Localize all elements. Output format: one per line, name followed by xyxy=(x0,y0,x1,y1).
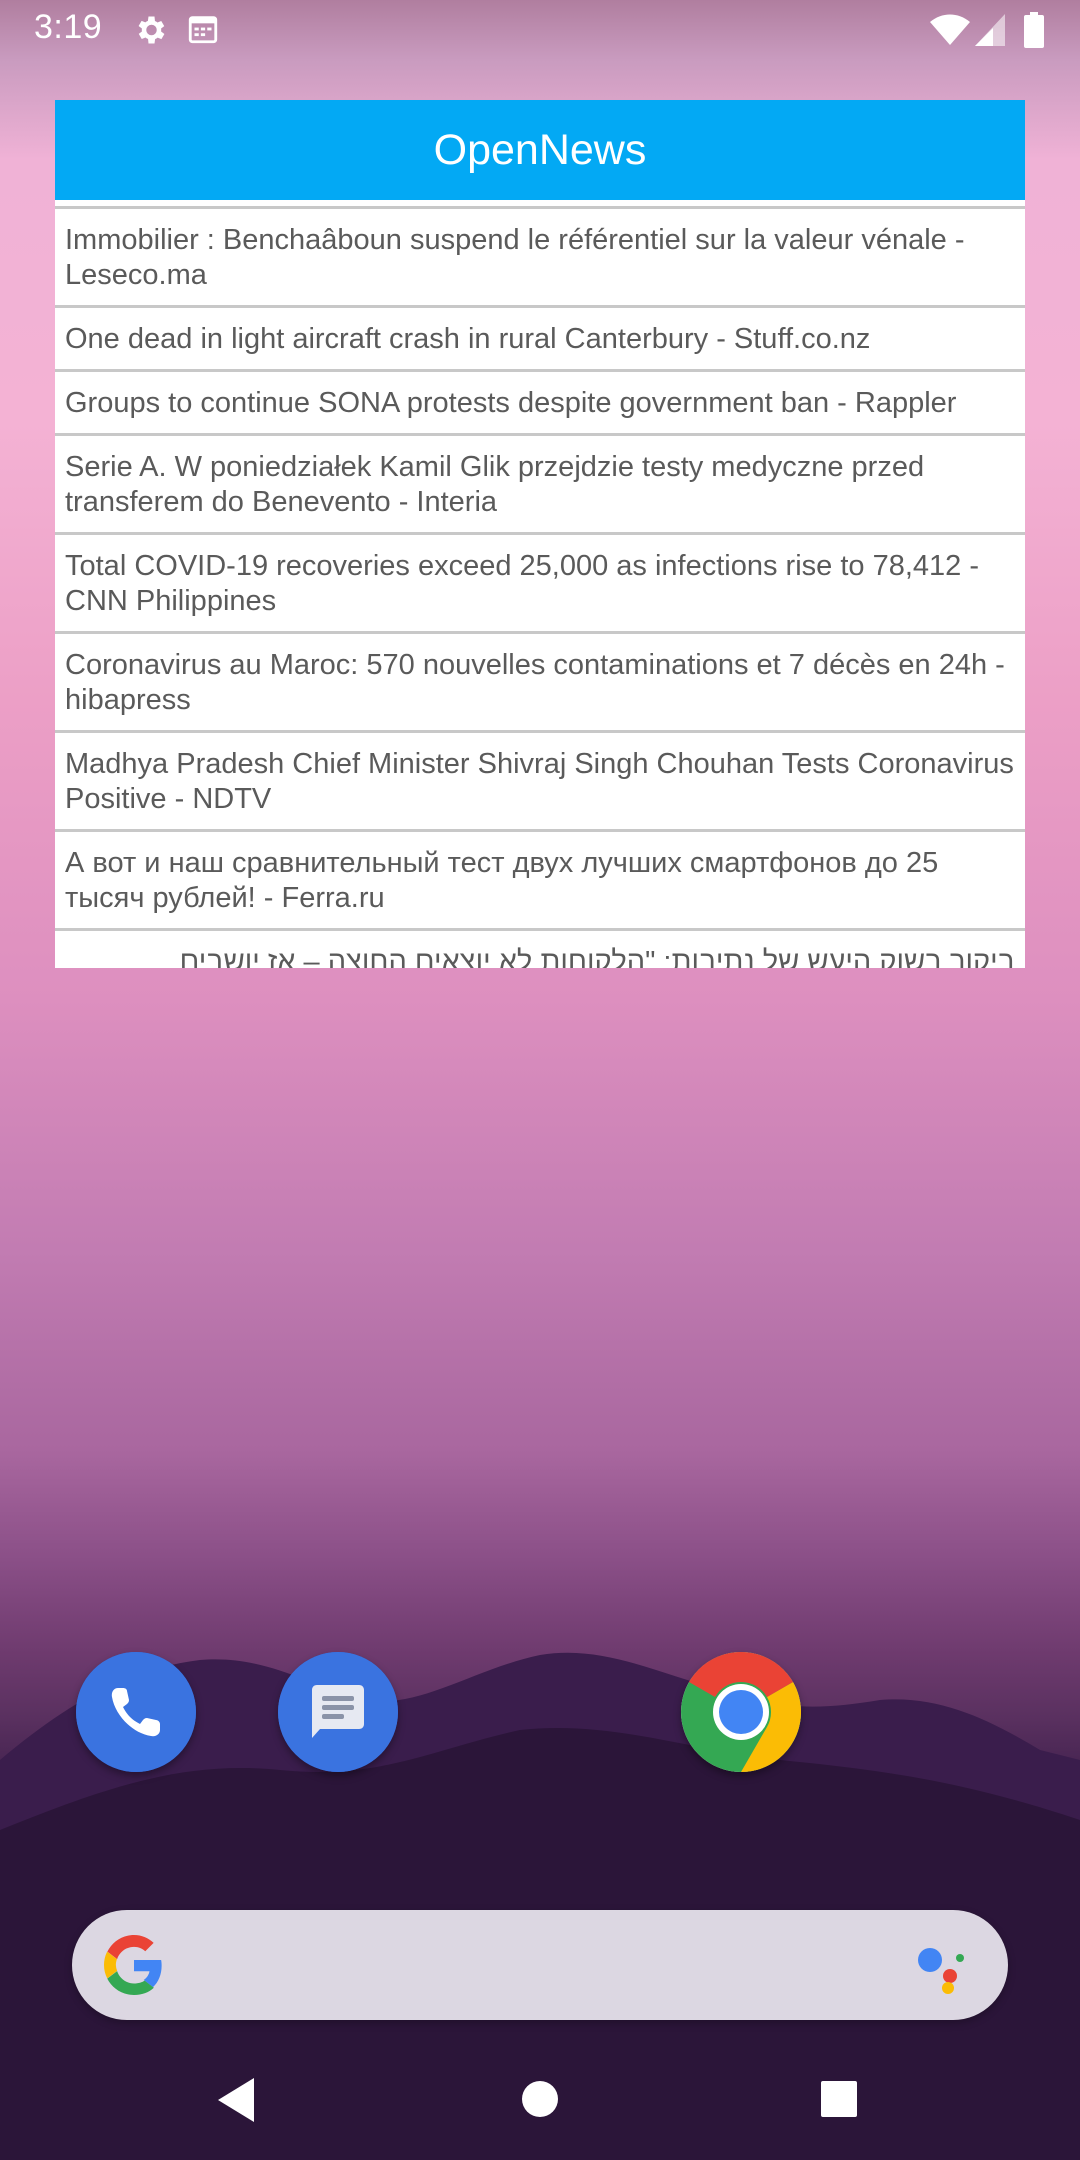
home-screen: 3:19 OpenNews Immobilier : Benchaâboun s… xyxy=(0,0,1080,2160)
chrome-app-icon[interactable] xyxy=(681,1652,802,1772)
widget-header[interactable]: OpenNews xyxy=(55,100,1025,200)
status-clock: 3:19 xyxy=(34,8,103,46)
news-item[interactable]: One dead in light aircraft crash in rura… xyxy=(55,305,1025,369)
battery-icon xyxy=(1024,12,1044,53)
opennews-widget[interactable]: OpenNews Immobilier : Benchaâboun suspen… xyxy=(55,100,1025,968)
messages-icon xyxy=(278,1652,398,1772)
phone-icon xyxy=(76,1652,196,1772)
news-item[interactable]: Madhya Pradesh Chief Minister Shivraj Si… xyxy=(55,730,1025,829)
widget-title: OpenNews xyxy=(433,125,647,174)
news-item[interactable]: ביקור בשוק היעש של נתיבות: "הלקוחות לא י… xyxy=(55,928,1025,968)
wifi-icon xyxy=(930,14,970,51)
news-item[interactable]: Groups to continue SONA protests despite… xyxy=(55,369,1025,433)
navigation-bar xyxy=(0,2040,1080,2160)
chrome-icon xyxy=(681,1652,802,1772)
recents-icon[interactable] xyxy=(820,2080,858,2118)
cell-signal-icon xyxy=(975,14,1005,51)
phone-app-icon[interactable] xyxy=(76,1652,196,1772)
settings-icon xyxy=(132,12,168,53)
news-item[interactable]: Serie A. W poniedziałek Kamil Glik przej… xyxy=(55,433,1025,532)
news-item[interactable]: Coronavirus au Maroc: 570 nouvelles cont… xyxy=(55,631,1025,730)
google-logo-icon xyxy=(104,1935,162,1995)
back-icon[interactable] xyxy=(214,2076,258,2124)
messages-app-icon[interactable] xyxy=(278,1652,398,1772)
calendar-icon xyxy=(186,12,220,51)
google-assistant-icon xyxy=(918,1948,964,1994)
news-item[interactable]: Immobilier : Benchaâboun suspend le réfé… xyxy=(55,206,1025,305)
news-list[interactable]: Immobilier : Benchaâboun suspend le réfé… xyxy=(55,200,1025,968)
news-item[interactable]: Total COVID-19 recoveries exceed 25,000 … xyxy=(55,532,1025,631)
google-search-bar[interactable] xyxy=(72,1910,1008,2020)
news-item[interactable]: А вот и наш сравнительный тест двух лучш… xyxy=(55,829,1025,928)
home-icon[interactable] xyxy=(521,2080,559,2118)
status-bar: 3:19 xyxy=(0,0,1080,60)
